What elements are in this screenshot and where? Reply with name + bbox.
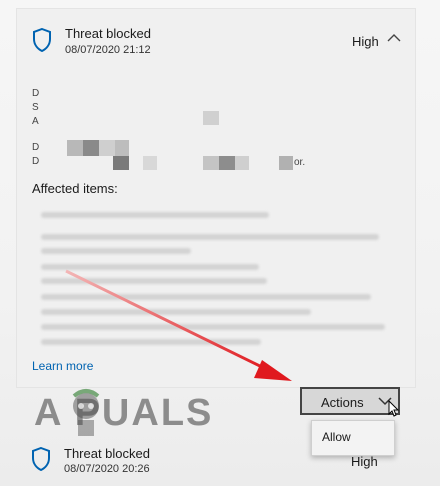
mouse-cursor-icon (388, 400, 400, 417)
red-arrow-annotation (65, 269, 292, 381)
